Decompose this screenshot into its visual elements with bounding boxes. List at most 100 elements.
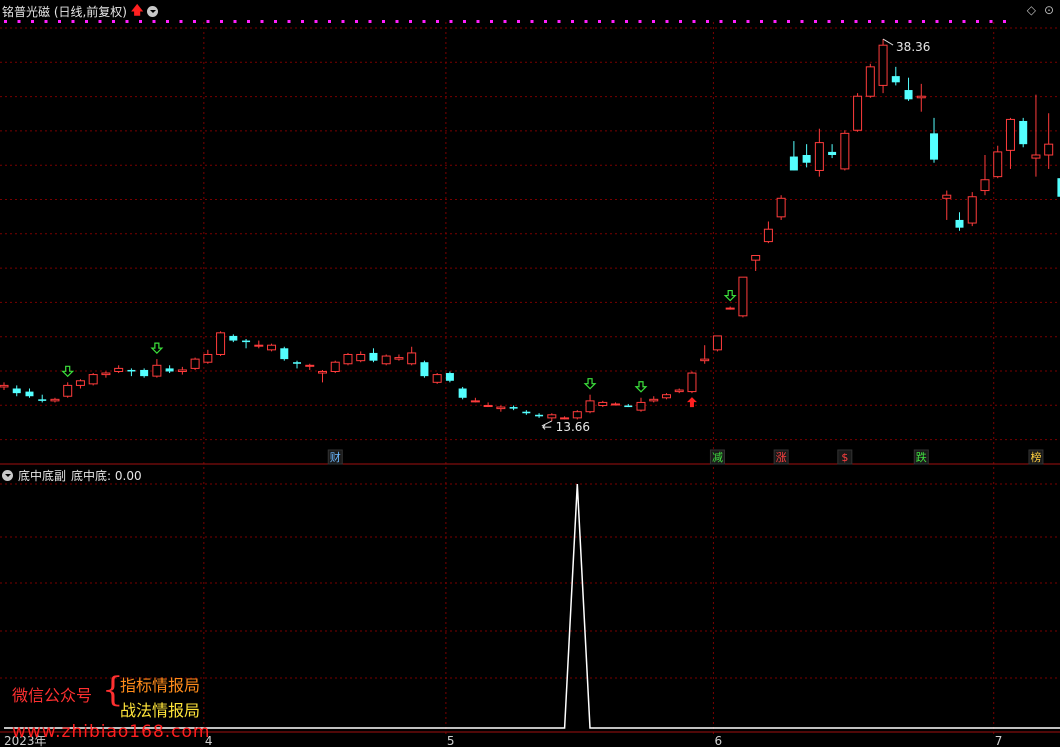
candle-body-up <box>432 374 442 383</box>
candle-body-up <box>916 95 926 99</box>
marker-dot <box>638 20 642 23</box>
candle-body-up <box>942 194 952 199</box>
candle-body-down <box>38 399 47 401</box>
diamond-icon[interactable]: ◇ <box>1027 3 1036 17</box>
marker-dot <box>854 20 858 23</box>
marker-dot <box>895 20 898 23</box>
marker-dot <box>449 20 453 23</box>
marker-dot <box>112 20 115 23</box>
green-down-arrow-icon <box>634 381 648 393</box>
candle-body-up <box>75 380 85 386</box>
marker-dot <box>193 20 196 23</box>
candle-body-up <box>1031 154 1041 159</box>
candle-body-down <box>420 362 429 377</box>
candle-body-up <box>152 364 162 377</box>
candle-body-up <box>203 353 213 363</box>
marker-dot <box>125 20 129 23</box>
watermark-wechat-label: 微信公众号 <box>12 686 93 705</box>
x-axis-label: 5 <box>447 734 455 747</box>
candle-body-up <box>177 369 187 372</box>
candle-body-down <box>955 219 964 228</box>
marker-dot <box>71 20 75 23</box>
chart-area[interactable]: 38.36← 13.66财减涨 $ 跌榜2023年 4 5 6 7 <box>0 0 1060 747</box>
marker-dot <box>44 20 48 23</box>
candle-body-up <box>63 384 73 397</box>
candle-body-up <box>267 344 277 351</box>
marker-dot <box>760 20 763 23</box>
event-tag-text: 榜 <box>1030 450 1041 464</box>
candle-body-up <box>381 355 391 365</box>
candle-body-down <box>165 368 174 372</box>
stock-title[interactable]: 铭普光磁 (日线,前复权) <box>2 3 127 20</box>
candle-body-up <box>649 398 659 402</box>
marker-dot <box>260 20 264 23</box>
dropdown-circle-icon[interactable] <box>147 5 159 17</box>
candle-body-down <box>229 335 238 341</box>
event-tag-text: $ <box>841 451 848 464</box>
candle-body-up <box>496 406 506 410</box>
marker-dot <box>98 20 102 23</box>
marker-dot <box>1003 20 1006 23</box>
marker-dot <box>58 20 61 23</box>
candle-body-up <box>305 364 315 367</box>
marker-dot <box>4 20 7 23</box>
marker-dot <box>220 20 223 23</box>
candle-body-up <box>407 352 417 365</box>
high-pointer <box>882 38 894 46</box>
candle-body-up <box>840 132 850 170</box>
marker-dot <box>962 20 966 23</box>
marker-dot <box>665 20 669 23</box>
candle-body-down <box>127 369 136 372</box>
candle-body-down <box>293 362 302 364</box>
candle-body-up <box>636 401 646 411</box>
marker-dot <box>476 20 480 23</box>
marker-dot <box>341 20 345 23</box>
marker-dot <box>584 20 588 23</box>
candle-body-up <box>572 411 582 419</box>
marker-dot <box>706 20 709 23</box>
candle-body-up <box>700 358 710 362</box>
marker-dot <box>652 20 655 23</box>
candle-body-down <box>624 405 633 408</box>
candle-body-up <box>980 179 990 192</box>
marker-dot <box>314 20 318 23</box>
marker-dot <box>355 20 358 23</box>
candle-body-down <box>535 414 544 417</box>
marker-dot <box>719 20 723 23</box>
marker-dot <box>328 20 331 23</box>
candle-body-up <box>738 276 748 317</box>
candle-body-down <box>25 391 34 397</box>
marker-dot <box>206 20 210 23</box>
candle-body-up <box>1005 118 1015 151</box>
indicator-panel-name[interactable]: 底中底副 <box>18 467 66 484</box>
indicator-dropdown-icon[interactable] <box>2 469 13 481</box>
candle-body-up <box>470 400 480 403</box>
candle-body-up <box>547 414 557 419</box>
marker-dot <box>301 20 304 23</box>
marker-dot <box>557 20 561 23</box>
close-circle-icon[interactable]: ⊙ <box>1044 3 1054 17</box>
marker-dot <box>733 20 736 23</box>
x-axis-label: 7 <box>995 734 1003 747</box>
candle-body-down <box>140 369 149 377</box>
candle-body-up <box>394 357 404 360</box>
marker-dot <box>625 20 628 23</box>
marker-dot <box>395 20 399 23</box>
candle-body-up <box>763 228 773 243</box>
marker-dot <box>517 20 520 23</box>
candle-body-up <box>993 151 1003 178</box>
top-right-icons: ◇ ⊙ <box>1027 3 1054 17</box>
candle-body-up <box>216 332 226 355</box>
watermark-line1: 指标情报局 <box>120 676 201 695</box>
candle-body-up <box>585 400 595 413</box>
candle-body-up <box>50 398 60 402</box>
title-bar: 铭普光磁 (日线,前复权) 🡅 <box>2 2 159 20</box>
candle-body-up <box>330 361 340 372</box>
marker-dot <box>611 20 615 23</box>
candle-body-up <box>254 344 264 347</box>
indicator-value: 底中底: 0.00 <box>71 468 142 483</box>
green-down-arrow-icon <box>583 378 597 390</box>
marker-dot <box>800 20 804 23</box>
marker-dot <box>274 20 277 23</box>
green-down-arrow-icon <box>723 289 737 302</box>
